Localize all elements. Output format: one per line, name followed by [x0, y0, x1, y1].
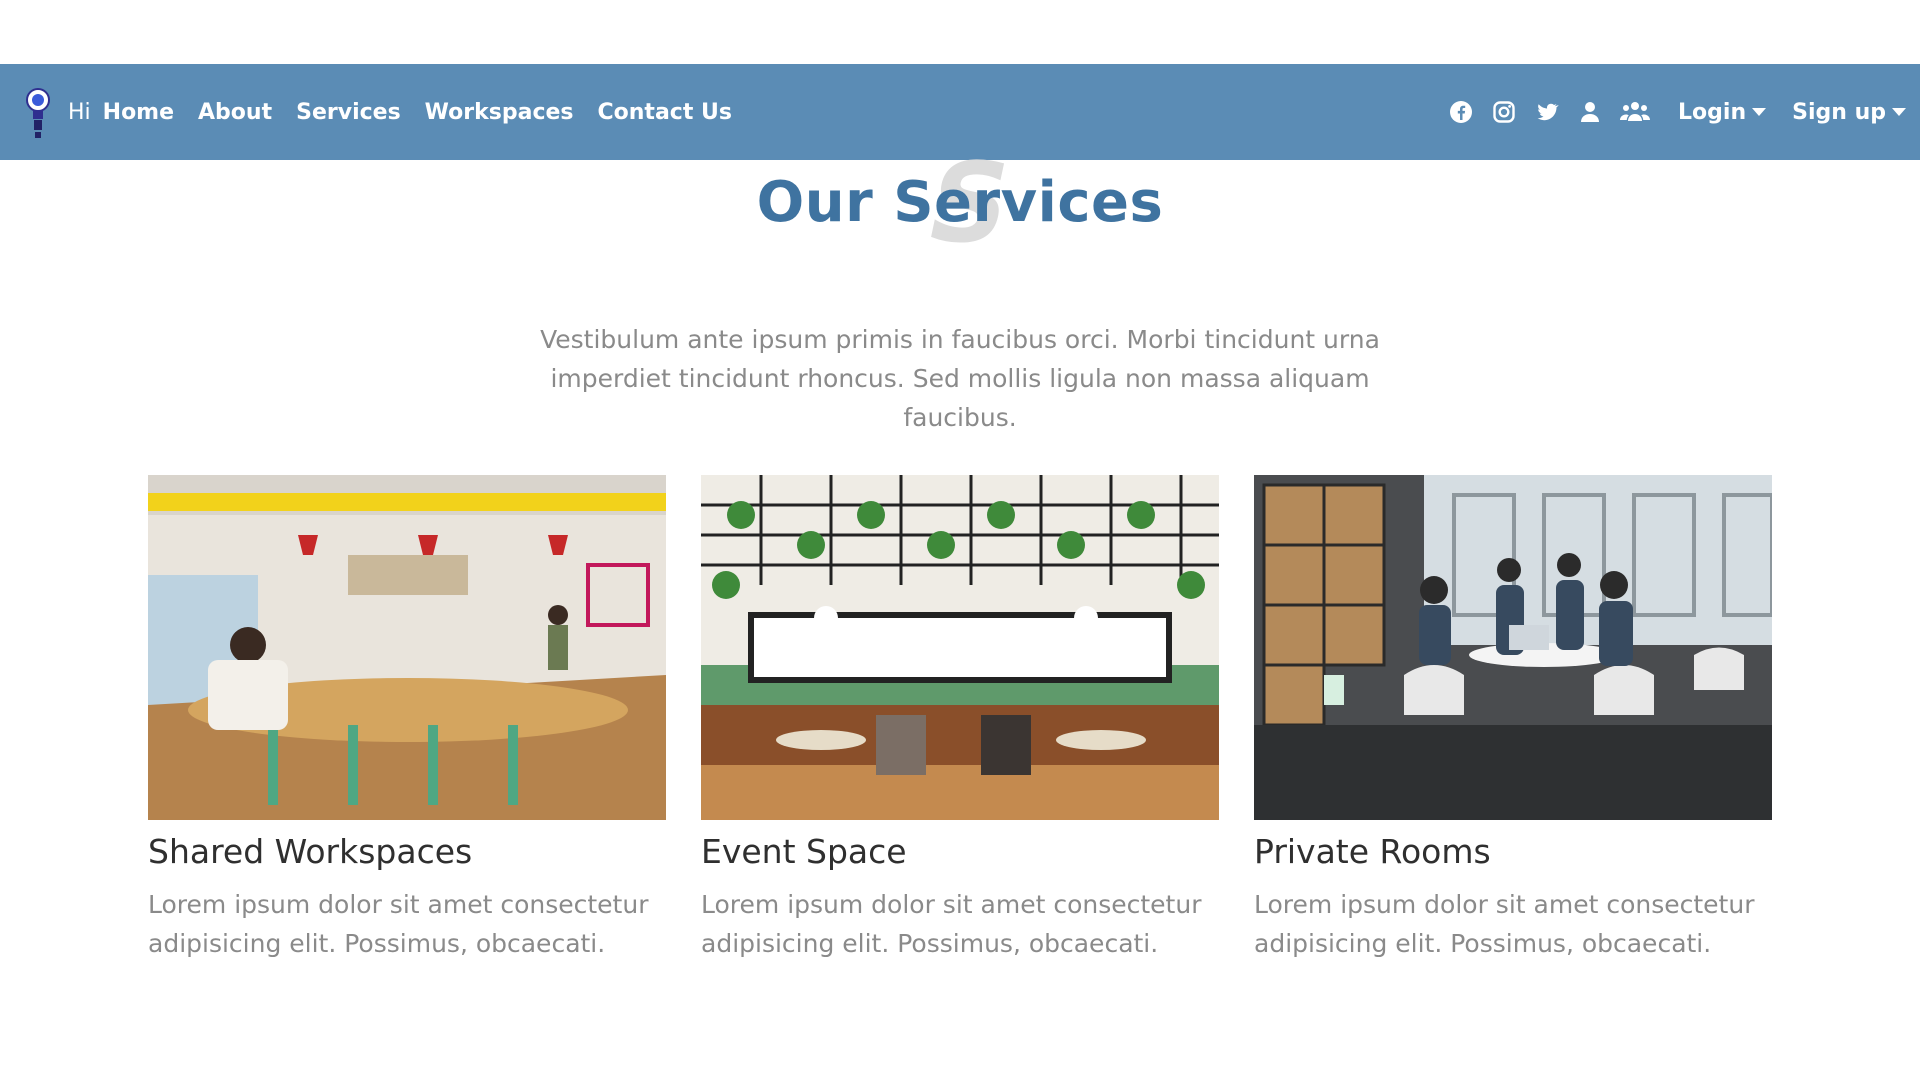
signup-label: Sign up [1792, 99, 1886, 125]
section-intro: Vestibulum ante ipsum primis in faucibus… [540, 325, 1380, 432]
section-title: S Our Services [756, 139, 1164, 267]
navbar: Hi Home About Services Workspaces Contac… [0, 64, 1920, 160]
card-text: Lorem ipsum dolor sit amet consectetur a… [701, 890, 1202, 958]
card-title: Private Rooms [1254, 832, 1491, 871]
top-spacer [0, 0, 1920, 64]
card-title: Event Space [701, 832, 907, 871]
signup-dropdown[interactable]: Sign up [1792, 100, 1906, 125]
nav-link-home[interactable]: Home [103, 100, 174, 125]
private-rooms-image [1254, 475, 1772, 820]
twitter-icon[interactable] [1534, 99, 1560, 125]
service-card[interactable]: Shared Workspaces Lorem ipsum dolor sit … [148, 475, 666, 963]
login-dropdown[interactable]: Login [1678, 99, 1767, 125]
nav-link-about[interactable]: About [198, 100, 272, 125]
service-card[interactable]: Private Rooms Lorem ipsum dolor sit amet… [1254, 475, 1772, 963]
card-text: Lorem ipsum dolor sit amet consectetur a… [148, 890, 649, 958]
section-header: S Our Services [0, 139, 1920, 267]
greeting-text: Hi [68, 99, 91, 125]
section-title-text: Our Services [756, 170, 1164, 235]
caret-down-icon [1892, 108, 1906, 116]
card-title: Shared Workspaces [148, 832, 473, 871]
event-space-image [701, 475, 1219, 820]
shared-workspaces-image [148, 475, 666, 820]
service-cards: Shared Workspaces Lorem ipsum dolor sit … [148, 475, 1772, 963]
nav-links: Home About Services Workspaces Contact U… [103, 100, 732, 125]
brand[interactable]: Hi [24, 80, 103, 144]
nav-right: Login Sign up [1431, 64, 1906, 160]
users-icon[interactable] [1620, 99, 1651, 125]
lightbulb-logo-icon[interactable] [24, 80, 52, 144]
nav-link-services[interactable]: Services [296, 100, 401, 125]
caret-down-icon [1752, 108, 1767, 116]
login-label: Login [1678, 99, 1747, 125]
facebook-icon[interactable] [1448, 99, 1474, 125]
service-card[interactable]: Event Space Lorem ipsum dolor sit amet c… [701, 475, 1219, 963]
user-icon[interactable] [1577, 99, 1603, 125]
instagram-icon[interactable] [1491, 99, 1517, 125]
nav-link-workspaces[interactable]: Workspaces [425, 100, 574, 125]
nav-link-contact[interactable]: Contact Us [598, 100, 732, 125]
card-text: Lorem ipsum dolor sit amet consectetur a… [1254, 890, 1755, 958]
